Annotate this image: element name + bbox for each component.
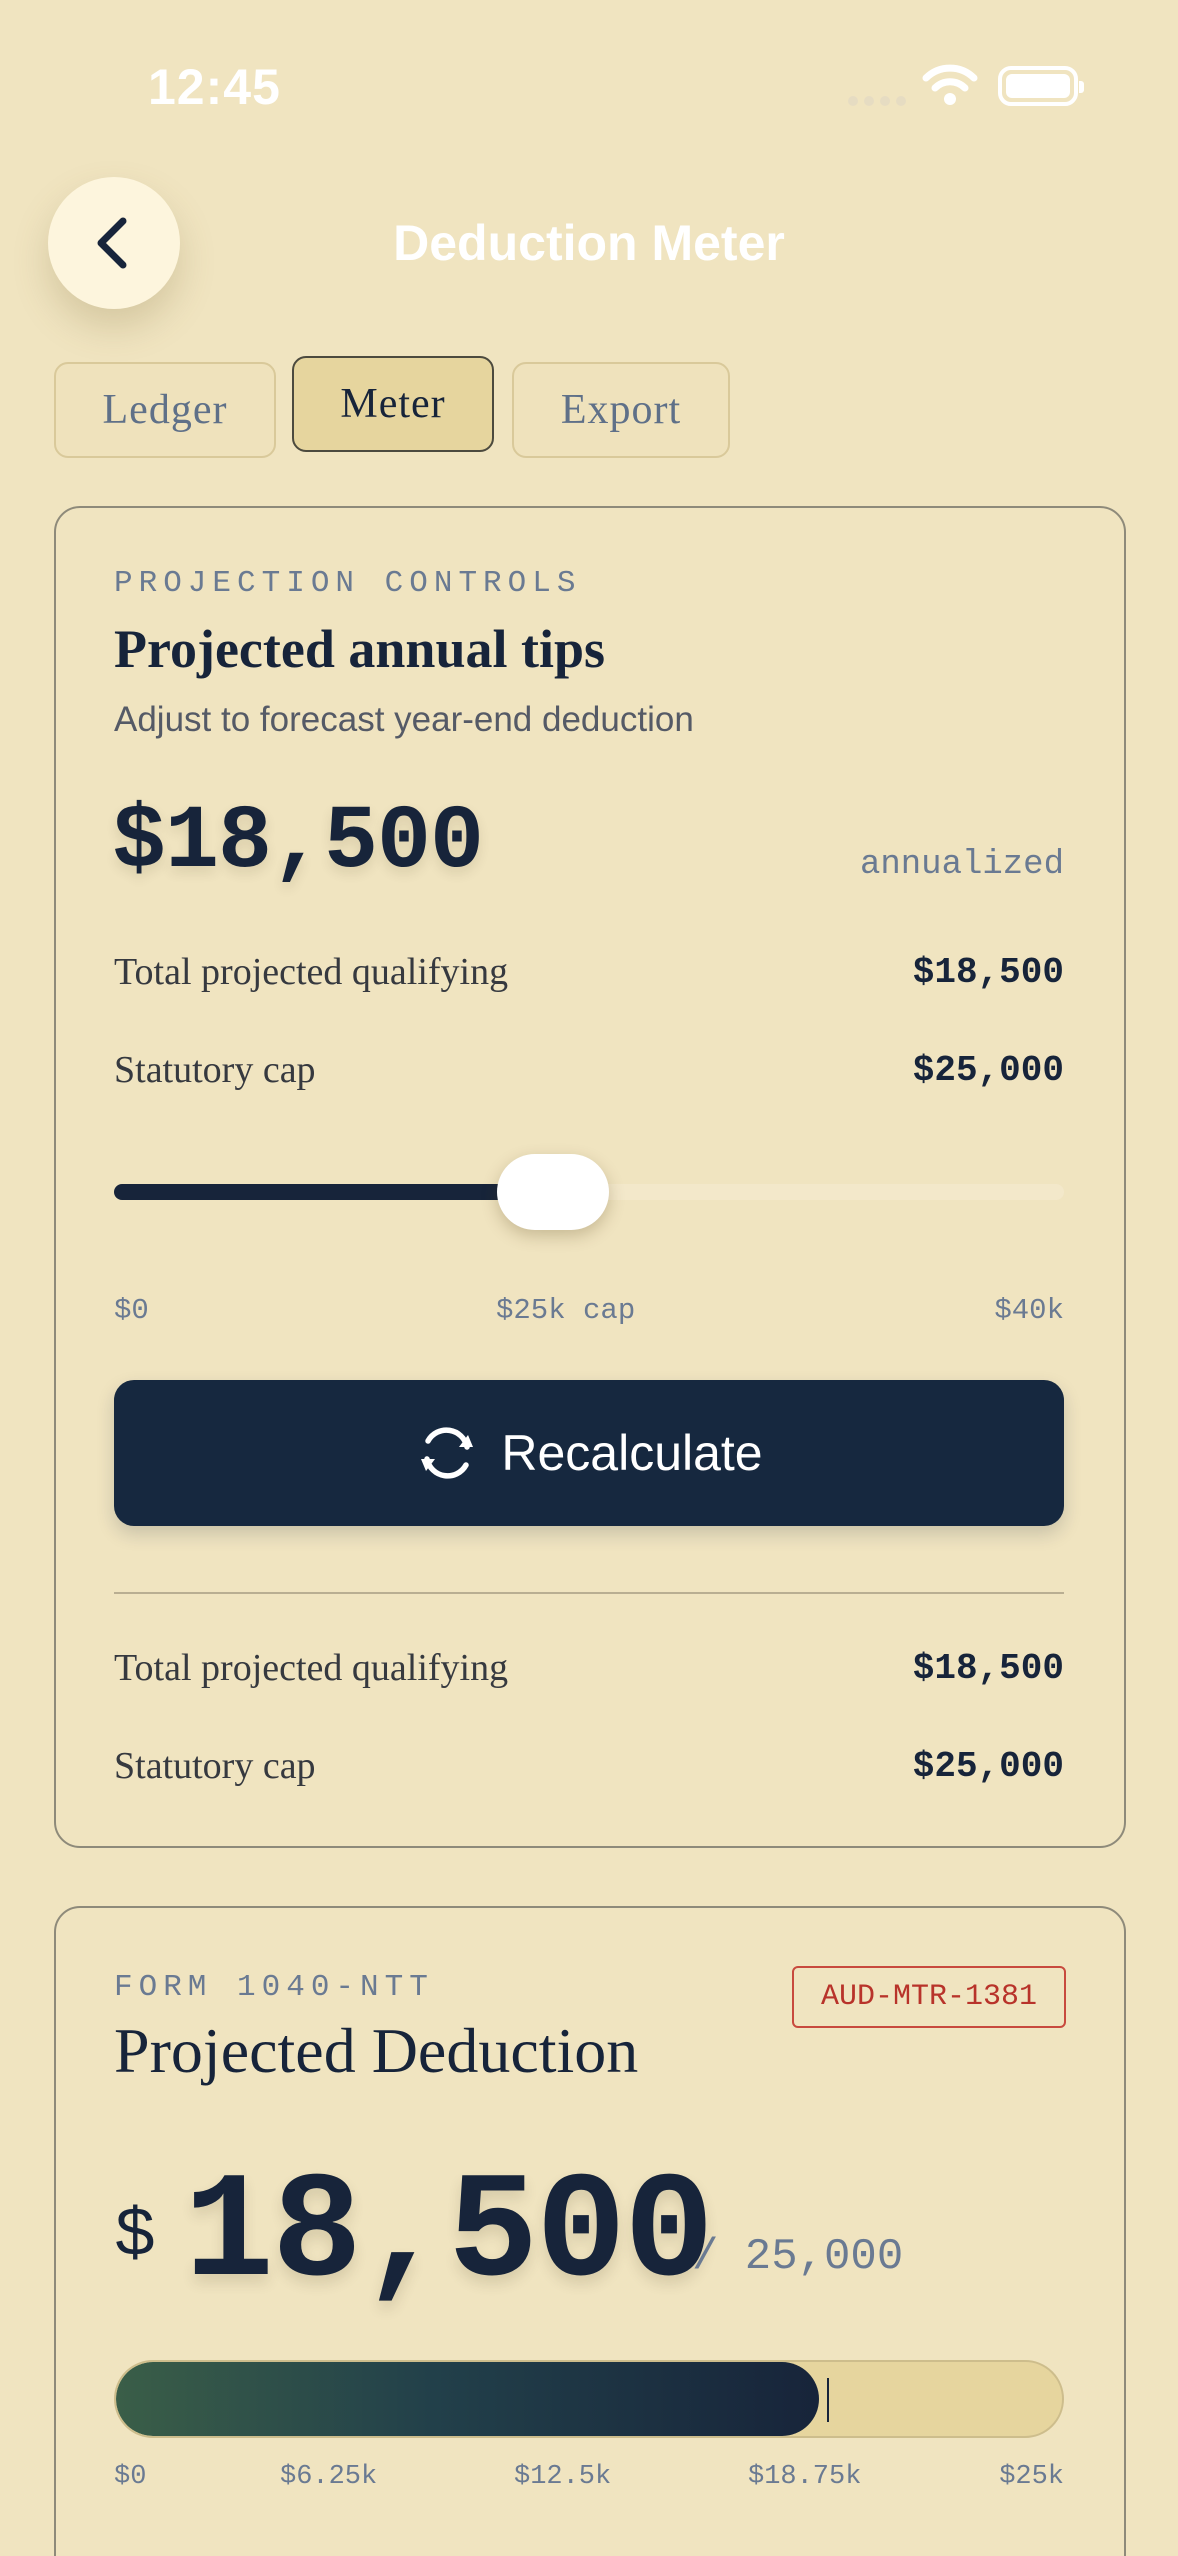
- progress-marker: [827, 2378, 829, 2422]
- progress-tick-0: $0: [114, 2462, 147, 2492]
- deduction-title: Projected Deduction: [114, 2015, 639, 2086]
- projected-amount: $18,500: [112, 792, 484, 894]
- status-time: 12:45: [148, 59, 281, 115]
- progress-tick-1: $6.25k: [280, 2462, 378, 2492]
- projection-title: Projected annual tips: [114, 619, 606, 679]
- audit-badge: AUD-MTR-1381: [792, 1966, 1066, 2028]
- slider-max-label: $40k: [994, 1294, 1064, 1327]
- summary-cap-label: Statutory cap: [114, 1745, 316, 1787]
- progress-tick-2: $12.5k: [514, 2462, 612, 2492]
- slider-cap-label: $25k cap: [496, 1294, 636, 1327]
- slider-min-label: $0: [114, 1294, 149, 1327]
- cellular-signal-icon: [848, 96, 906, 106]
- refresh-icon: [421, 1427, 474, 1479]
- summary-cap-value: $25,000: [912, 1746, 1064, 1787]
- summary-qualifying-label: Total projected qualifying: [114, 1647, 509, 1689]
- summary-qualifying-value: $18,500: [912, 1648, 1064, 1689]
- currency-symbol: $: [114, 2198, 157, 2277]
- form-eyebrow: FORM 1040-NTT: [114, 1970, 434, 2005]
- cap-value: $25,000: [912, 1050, 1064, 1091]
- wifi-icon: [922, 62, 978, 111]
- tab-meter[interactable]: Meter: [292, 356, 494, 452]
- cap-label: Statutory cap: [114, 1049, 316, 1091]
- recalculate-button[interactable]: Recalculate: [114, 1380, 1064, 1526]
- annualized-note: annualized: [859, 846, 1064, 884]
- deduction-progress-bar: [114, 2360, 1064, 2438]
- progress-tick-4: $25k: [999, 2462, 1064, 2492]
- deduction-amount: 18,500: [184, 2150, 714, 2320]
- qualifying-value: $18,500: [912, 952, 1064, 993]
- page-title: Deduction Meter: [393, 215, 785, 271]
- battery-icon: [998, 66, 1084, 106]
- divider: [114, 1592, 1064, 1594]
- tab-ledger[interactable]: Ledger: [54, 362, 276, 458]
- recalculate-label: Recalculate: [501, 1425, 763, 1481]
- projection-subtitle: Adjust to forecast year-end deduction: [114, 700, 694, 739]
- deduction-progress-fill: [116, 2362, 819, 2436]
- slider-fill: [114, 1184, 554, 1200]
- progress-tick-3: $18.75k: [748, 2462, 862, 2492]
- tab-export[interactable]: Export: [512, 362, 730, 458]
- projection-eyebrow: PROJECTION CONTROLS: [114, 566, 582, 601]
- qualifying-label: Total projected qualifying: [114, 951, 509, 993]
- slider-thumb[interactable]: [497, 1154, 610, 1230]
- deduction-cap: / 25,000: [692, 2232, 904, 2282]
